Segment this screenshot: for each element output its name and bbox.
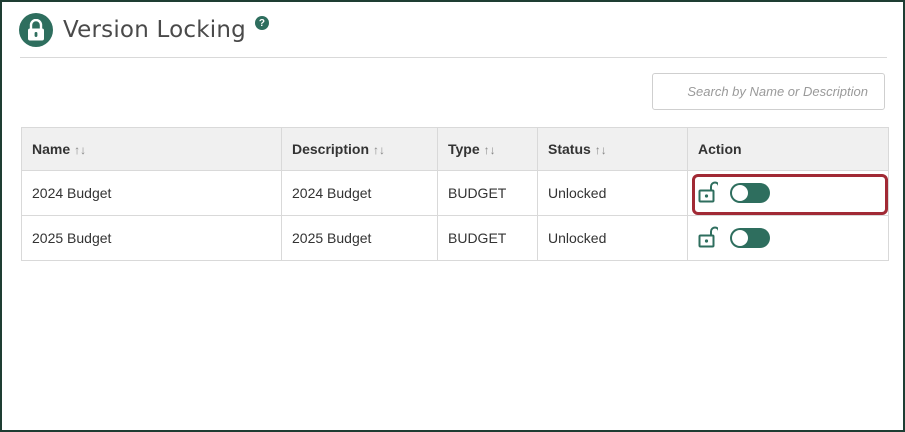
column-header-status[interactable]: Status ↑↓ [537, 127, 688, 171]
unlock-icon[interactable] [698, 181, 720, 206]
column-label: Action [698, 141, 742, 157]
cell-status: Unlocked [537, 170, 688, 216]
column-header-description[interactable]: Description ↑↓ [281, 127, 438, 171]
action-controls [698, 226, 770, 251]
table-header-row: Name ↑↓ Description ↑↓ Type ↑↓ Status ↑↓ Act… [21, 127, 889, 171]
cell-type: BUDGET [437, 215, 538, 261]
lock-icon [19, 13, 53, 47]
cell-status: Unlocked [537, 215, 688, 261]
column-label: Name [32, 141, 71, 157]
help-icon[interactable]: ? [254, 16, 269, 30]
lock-toggle[interactable] [730, 183, 770, 203]
cell-description: 2025 Budget [281, 215, 438, 261]
sort-icon[interactable]: ↑↓ [74, 143, 86, 157]
header-divider [20, 57, 887, 58]
sort-icon[interactable]: ↑↓ [373, 143, 385, 157]
cell-type: BUDGET [437, 170, 538, 216]
cell-name: 2024 Budget [21, 170, 282, 216]
cell-description: 2024 Budget [281, 170, 438, 216]
table-row: 2025 Budget 2025 Budget BUDGET Unlocked [21, 215, 889, 261]
sort-icon[interactable]: ↑↓ [595, 143, 607, 157]
cell-name: 2025 Budget [21, 215, 282, 261]
column-label: Type [448, 141, 480, 157]
column-header-name[interactable]: Name ↑↓ [21, 127, 282, 171]
column-label: Status [548, 141, 591, 157]
action-controls [698, 181, 770, 206]
lock-toggle[interactable] [730, 228, 770, 248]
page-title: Version Locking [63, 17, 246, 43]
page-header: Version Locking ? [19, 10, 269, 50]
search-input[interactable] [652, 73, 885, 110]
cell-action [687, 215, 889, 261]
cell-action [687, 170, 889, 216]
version-table: Name ↑↓ Description ↑↓ Type ↑↓ Status ↑↓ Act… [21, 127, 889, 261]
column-header-action: Action [687, 127, 889, 171]
table-row: 2024 Budget 2024 Budget BUDGET Unlocked [21, 170, 889, 216]
column-header-type[interactable]: Type ↑↓ [437, 127, 538, 171]
window-frame: Version Locking ? Name↑↓ Description↑↓ T… [0, 0, 905, 432]
unlock-icon[interactable] [698, 226, 720, 251]
sort-icon[interactable]: ↑↓ [484, 143, 496, 157]
column-label: Description [292, 141, 370, 157]
